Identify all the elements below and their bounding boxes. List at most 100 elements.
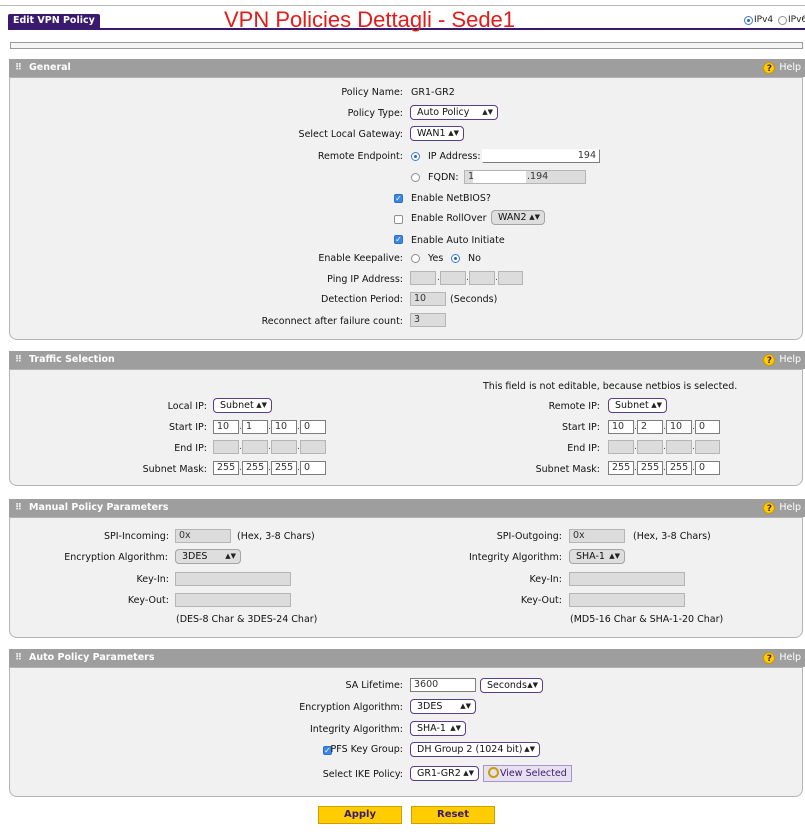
chevron-updown-icon: ▲▼ <box>482 108 493 116</box>
remote-start-octet-4[interactable]: 0 <box>695 420 720 434</box>
auto-help-link[interactable]: ? Help <box>763 649 801 667</box>
ip-address-input[interactable]: 194 <box>482 149 600 163</box>
reset-button[interactable]: Reset <box>411 806 495 824</box>
ip-address-radio[interactable] <box>411 152 420 161</box>
traffic-title: Traffic Selection <box>29 354 115 365</box>
local-end-octet-3[interactable] <box>271 440 297 454</box>
remote-end-octet-2[interactable] <box>637 440 663 454</box>
manual-encryption-select[interactable]: 3DES ▲▼ <box>175 549 241 564</box>
detection-period-input[interactable]: 10 <box>410 292 446 306</box>
auto-integrity-select[interactable]: SHA-1 ▲▼ <box>410 721 466 736</box>
local-end-label: End IP: <box>174 443 207 454</box>
ike-policy-select[interactable]: GR1-GR2 ▲▼ <box>410 766 479 781</box>
help-label: Help <box>779 502 801 513</box>
enable-keepalive-label: Enable Keepalive: <box>318 253 403 264</box>
chevron-updown-icon: ▲▼ <box>651 401 662 409</box>
remote-start-label: Start IP: <box>562 422 600 433</box>
policy-type-select[interactable]: Auto Policy ▲▼ <box>410 105 498 120</box>
encryption-key-hint: (DES-8 Char & 3DES-24 Char) <box>176 614 318 625</box>
chevron-updown-icon: ▲▼ <box>527 681 538 689</box>
remote-mask-octet-1[interactable]: 255 <box>608 461 634 475</box>
local-mask-octet-4[interactable]: 0 <box>300 461 326 475</box>
fqdn-radio[interactable] <box>411 173 420 182</box>
keepalive-yes-radio[interactable] <box>411 254 420 263</box>
local-end-octet-2[interactable] <box>242 440 268 454</box>
apply-button[interactable]: Apply <box>318 806 402 824</box>
help-icon: ? <box>763 353 776 366</box>
manual-help-link[interactable]: ? Help <box>763 499 801 517</box>
enable-auto-initiate-checkbox[interactable]: ✓ <box>394 235 403 244</box>
local-start-octet-4[interactable]: 0 <box>300 420 326 434</box>
sa-lifetime-unit-select[interactable]: Seconds ▲▼ <box>480 678 543 693</box>
chevron-updown-icon: ▲▼ <box>524 745 535 753</box>
grip-icon: ⠿ <box>15 653 23 663</box>
policy-type-value: Auto Policy <box>417 107 470 118</box>
local-end-octet-4[interactable] <box>300 440 326 454</box>
keepalive-no-radio[interactable] <box>451 254 460 263</box>
local-gateway-select[interactable]: WAN1 ▲▼ <box>410 126 464 141</box>
spi-outgoing-input[interactable]: 0x <box>569 529 625 543</box>
local-mask-octet-1[interactable]: 255 <box>213 461 239 475</box>
key-out-input-right[interactable] <box>569 593 685 607</box>
local-ip-type-select[interactable]: Subnet ▲▼ <box>213 398 272 413</box>
ike-policy-label: Select IKE Policy: <box>322 769 403 780</box>
grip-icon: ⠿ <box>15 355 23 365</box>
enable-netbios-checkbox[interactable]: ✓ <box>394 194 403 203</box>
integrity-key-hint: (MD5-16 Char & SHA-1-20 Char) <box>570 614 724 625</box>
view-selected-button[interactable]: View Selected <box>483 765 572 782</box>
spi-incoming-input[interactable]: 0x <box>175 529 231 543</box>
traffic-help-link[interactable]: ? Help <box>763 351 801 369</box>
local-end-octet-1[interactable] <box>213 440 239 454</box>
remote-end-octet-3[interactable] <box>666 440 692 454</box>
key-out-input[interactable] <box>175 593 291 607</box>
ipv6-radio[interactable] <box>778 16 787 25</box>
remote-start-octet-3[interactable]: 10 <box>666 420 692 434</box>
ipv4-radio[interactable] <box>744 16 753 25</box>
local-gateway-label: Select Local Gateway: <box>298 129 403 140</box>
remote-mask-octet-4[interactable]: 0 <box>695 461 720 475</box>
local-start-octet-2[interactable]: 1 <box>242 420 268 434</box>
local-start-octet-3[interactable]: 10 <box>271 420 297 434</box>
remote-start-octet-2[interactable]: 2 <box>637 420 663 434</box>
ip-address-label: IP Address: <box>428 151 481 162</box>
ping-ip-octet-3[interactable] <box>469 271 495 285</box>
manual-integrity-select[interactable]: SHA-1 ▲▼ <box>569 549 625 564</box>
fqdn-input[interactable]: 1 .194 <box>464 170 586 184</box>
view-selected-label: View Selected <box>500 768 567 779</box>
auto-encryption-label: Encryption Algorithm: <box>299 702 403 713</box>
spi-incoming-hint: (Hex, 3-8 Chars) <box>237 531 315 542</box>
general-help-link[interactable]: ? Help <box>763 59 801 77</box>
remote-start-octet-1[interactable]: 10 <box>608 420 634 434</box>
auto-encryption-select[interactable]: 3DES ▲▼ <box>410 699 476 714</box>
auto-section <box>9 667 803 797</box>
auto-integrity-value: SHA-1 <box>417 723 446 734</box>
key-in-input[interactable] <box>175 572 291 586</box>
remote-mask-label: Subnet Mask: <box>535 464 600 475</box>
remote-mask-octet-2[interactable]: 255 <box>637 461 663 475</box>
local-mask-octet-3[interactable]: 255 <box>271 461 297 475</box>
remote-end-octet-4[interactable] <box>695 440 720 454</box>
key-in-input-right[interactable] <box>569 572 685 586</box>
remote-ip-type-select[interactable]: Subnet ▲▼ <box>608 398 667 413</box>
chevron-updown-icon: ▲▼ <box>463 769 474 777</box>
key-in-label: Key-In: <box>136 574 169 585</box>
sa-lifetime-label: SA Lifetime: <box>345 680 403 691</box>
key-out-label: Key-Out: <box>127 595 169 606</box>
local-start-octet-1[interactable]: 10 <box>213 420 239 434</box>
ping-ip-octet-1[interactable] <box>410 271 436 285</box>
chevron-updown-icon: ▲▼ <box>256 401 267 409</box>
remote-mask-octet-3[interactable]: 255 <box>666 461 692 475</box>
ping-ip-octet-2[interactable] <box>440 271 466 285</box>
auto-encryption-value: 3DES <box>417 701 443 712</box>
local-mask-octet-2[interactable]: 255 <box>242 461 268 475</box>
enable-rollover-checkbox[interactable] <box>394 215 403 224</box>
remote-end-octet-1[interactable] <box>608 440 634 454</box>
ping-ip-octet-4[interactable] <box>498 271 523 285</box>
sa-lifetime-input[interactable]: 3600 <box>410 678 476 692</box>
rollover-wan-select[interactable]: WAN2 ▲▼ <box>491 210 545 225</box>
manual-integrity-label: Integrity Algorithm: <box>468 552 562 563</box>
reconnect-input[interactable]: 3 <box>410 313 446 327</box>
spi-outgoing-hint: (Hex, 3-8 Chars) <box>633 531 711 542</box>
pfs-key-group-select[interactable]: DH Group 2 (1024 bit) ▲▼ <box>410 742 540 757</box>
remote-ip-type-value: Subnet <box>615 400 649 411</box>
